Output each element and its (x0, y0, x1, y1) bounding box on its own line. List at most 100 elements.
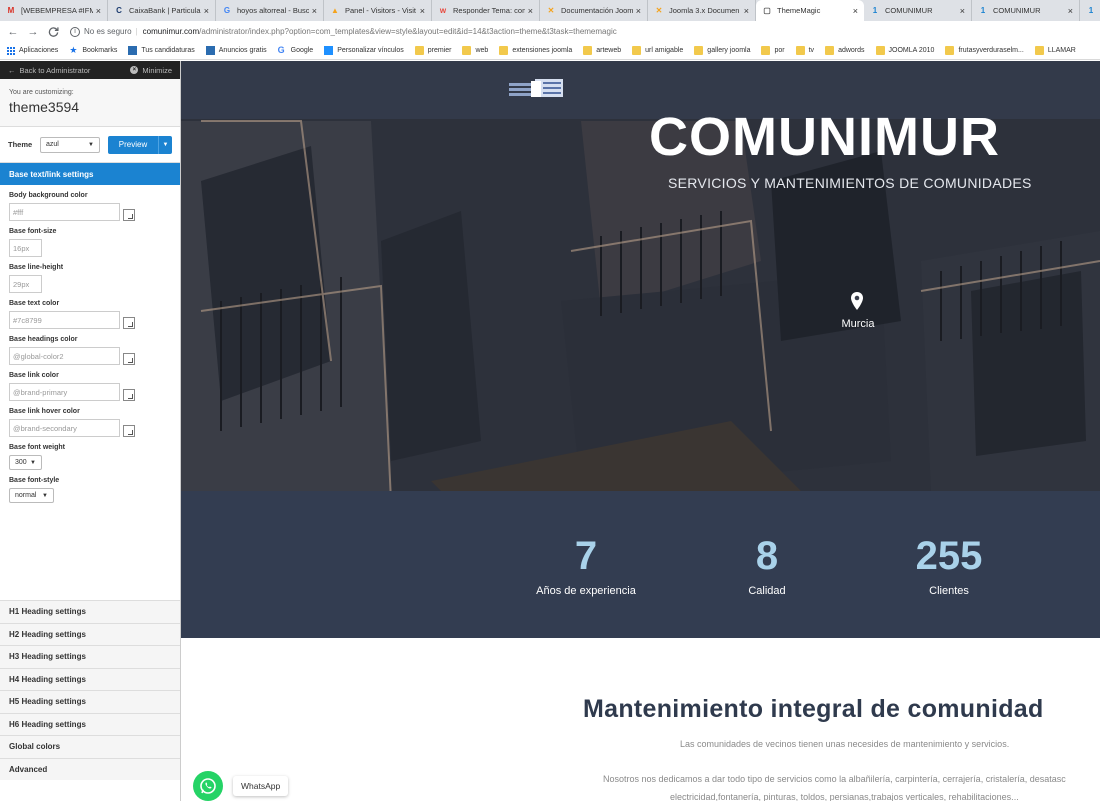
minimize-button[interactable]: × Minimize (130, 66, 172, 75)
info-icon[interactable]: i (70, 26, 80, 37)
folder-icon (945, 46, 955, 55)
bookmark-item[interactable]: url amigable (632, 46, 683, 55)
accordion-item[interactable]: Global colors (0, 735, 180, 758)
setting-field: Base font-size 16px (9, 228, 171, 257)
bookmark-item[interactable]: LLAMAR (1034, 46, 1076, 55)
tab-close-icon[interactable]: × (853, 6, 858, 16)
setting-field: Body background color #fff (9, 192, 171, 221)
tab-close-icon[interactable]: × (636, 6, 641, 16)
back-to-administrator-link[interactable]: ← Back to Administrator (8, 66, 90, 75)
favicon-icon: 1 (980, 6, 986, 15)
color-picker-icon[interactable] (123, 317, 135, 329)
bookmark-label: premier (427, 47, 452, 54)
tab-close-icon[interactable]: × (312, 6, 317, 16)
browser-tab[interactable]: ▲ Panel - Visitors - Visit × (324, 0, 432, 21)
bookmark-item[interactable]: Personalizar vínculos (324, 46, 404, 55)
color-picker-icon[interactable] (123, 209, 135, 221)
preview-dropdown-caret-icon[interactable]: ▼ (158, 135, 172, 154)
reload-icon[interactable] (46, 25, 60, 39)
body-text-line: Nosotros nos dedicamos a dar todo tipo d… (603, 774, 1066, 784)
setting-input[interactable]: @global-color2 (9, 347, 120, 365)
theme-select[interactable]: azul ▼ (40, 136, 100, 153)
tab-close-icon[interactable]: × (420, 6, 425, 16)
back-arrow-icon[interactable]: ← (6, 25, 20, 39)
browser-tab[interactable]: 1 COMUNIMUR × (864, 0, 972, 21)
bookmark-item[interactable]: tv (795, 46, 814, 55)
bookmark-label: extensiones joomla (512, 47, 573, 54)
font-style-select[interactable]: normal ▼ (9, 488, 54, 503)
whatsapp-label[interactable]: WhatsApp (233, 776, 289, 796)
whatsapp-icon (200, 778, 216, 794)
tab-title: COMUNIMUR (993, 6, 1041, 15)
setting-input[interactable]: @brand-primary (9, 383, 120, 401)
tab-title: ThemeMagic (777, 6, 821, 15)
browser-tab[interactable]: Ghoyos altorreal - Busc × (216, 0, 324, 21)
browser-tab[interactable]: ▢ ThemeMagic × (756, 0, 864, 21)
bookmark-item[interactable]: gallery joomla (694, 46, 750, 55)
bookmark-item[interactable]: G Google (278, 46, 314, 55)
tab-close-icon[interactable]: × (744, 6, 749, 16)
whatsapp-button[interactable] (193, 771, 223, 801)
setting-input[interactable]: #fff (9, 203, 120, 221)
font-style-field: Base font-style normal ▼ (9, 477, 171, 503)
accordion-item[interactable]: H4 Heading settings (0, 667, 180, 690)
folder-icon (462, 46, 472, 55)
url-field[interactable]: comunimur.com/administrator/index.php?op… (143, 27, 617, 36)
bookmark-item[interactable]: Tus candidaturas (128, 46, 195, 55)
color-picker-icon[interactable] (123, 425, 135, 437)
section-base-text-link[interactable]: Base text/link settings (0, 163, 180, 185)
font-weight-value: 300 (15, 459, 27, 466)
setting-label: Base text color (9, 300, 60, 307)
accordion-item[interactable]: H1 Heading settings (0, 600, 180, 623)
site-logo[interactable] (509, 77, 567, 101)
font-weight-field: Base font weight 300 ▼ (9, 444, 171, 470)
browser-tab[interactable]: 1 COMUNIMUR × (972, 0, 1080, 21)
font-weight-select[interactable]: 300 ▼ (9, 455, 42, 470)
tab-close-icon[interactable]: × (1068, 6, 1073, 16)
accordion-item[interactable]: H3 Heading settings (0, 645, 180, 668)
bookmark-item[interactable]: extensiones joomla (499, 46, 572, 55)
stat-caption: Años de experiencia (536, 585, 636, 597)
setting-input[interactable]: 16px (9, 239, 42, 257)
browser-tab[interactable]: 11× (1080, 0, 1100, 21)
bookmark-label: Tus candidaturas (141, 47, 195, 54)
favicon-icon: C (116, 6, 122, 15)
bookmark-item[interactable]: web (462, 46, 488, 55)
bookmark-item[interactable]: frutasyverduraselm... (945, 46, 1024, 55)
accordion-item[interactable]: H2 Heading settings (0, 622, 180, 645)
setting-input[interactable]: @brand-secondary (9, 419, 120, 437)
bookmark-item[interactable]: JOOMLA 2010 (875, 46, 934, 55)
browser-tab[interactable]: M [WEBEMPRESA #IFM × (0, 0, 108, 21)
browser-tab[interactable]: ✕ Joomla 3.x Documen × (648, 0, 756, 21)
preview-button[interactable]: Preview ▼ (108, 135, 172, 154)
preview-label: Preview (118, 140, 148, 149)
browser-tab[interactable]: ✕ Documentación Joom × (540, 0, 648, 21)
accordion-item[interactable]: H6 Heading settings (0, 712, 180, 735)
color-picker-icon[interactable] (123, 353, 135, 365)
blue-square-icon (205, 46, 215, 55)
browser-tab[interactable]: C CaixaBank | Particular × (108, 0, 216, 21)
bookmark-item[interactable]: por (761, 46, 785, 55)
setting-input[interactable]: 29px (9, 275, 42, 293)
bookmark-label: Anuncios gratis (218, 47, 267, 54)
tab-close-icon[interactable]: × (96, 6, 101, 16)
bookmark-item[interactable]: Anuncios gratis (205, 46, 267, 55)
bookmark-item[interactable]: arteweb (583, 46, 621, 55)
browser-tab[interactable]: w Responder Tema: com × (432, 0, 540, 21)
tab-close-icon[interactable]: × (528, 6, 533, 16)
bookmark-item[interactable]: premier (414, 46, 452, 55)
setting-input[interactable]: #7c8799 (9, 311, 120, 329)
bookmark-item[interactable]: Aplicaciones (6, 46, 58, 55)
bookmark-item[interactable]: adwords (825, 46, 865, 55)
tab-close-icon[interactable]: × (204, 6, 209, 16)
accordion-item[interactable]: H5 Heading settings (0, 690, 180, 713)
font-style-label: Base font-style (9, 477, 60, 484)
tab-title: hoyos altorreal - Busc (237, 6, 309, 15)
forward-arrow-icon[interactable]: → (26, 25, 40, 39)
stat-clients: 255 Clientes (895, 536, 1003, 597)
site-preview: COMUNIMUR SERVICIOS Y MANTENIMIENTOS DE … (181, 61, 1100, 801)
color-picker-icon[interactable] (123, 389, 135, 401)
accordion-item[interactable]: Advanced (0, 757, 180, 780)
bookmark-item[interactable]: ★ Bookmarks (69, 46, 117, 55)
tab-close-icon[interactable]: × (960, 6, 965, 16)
